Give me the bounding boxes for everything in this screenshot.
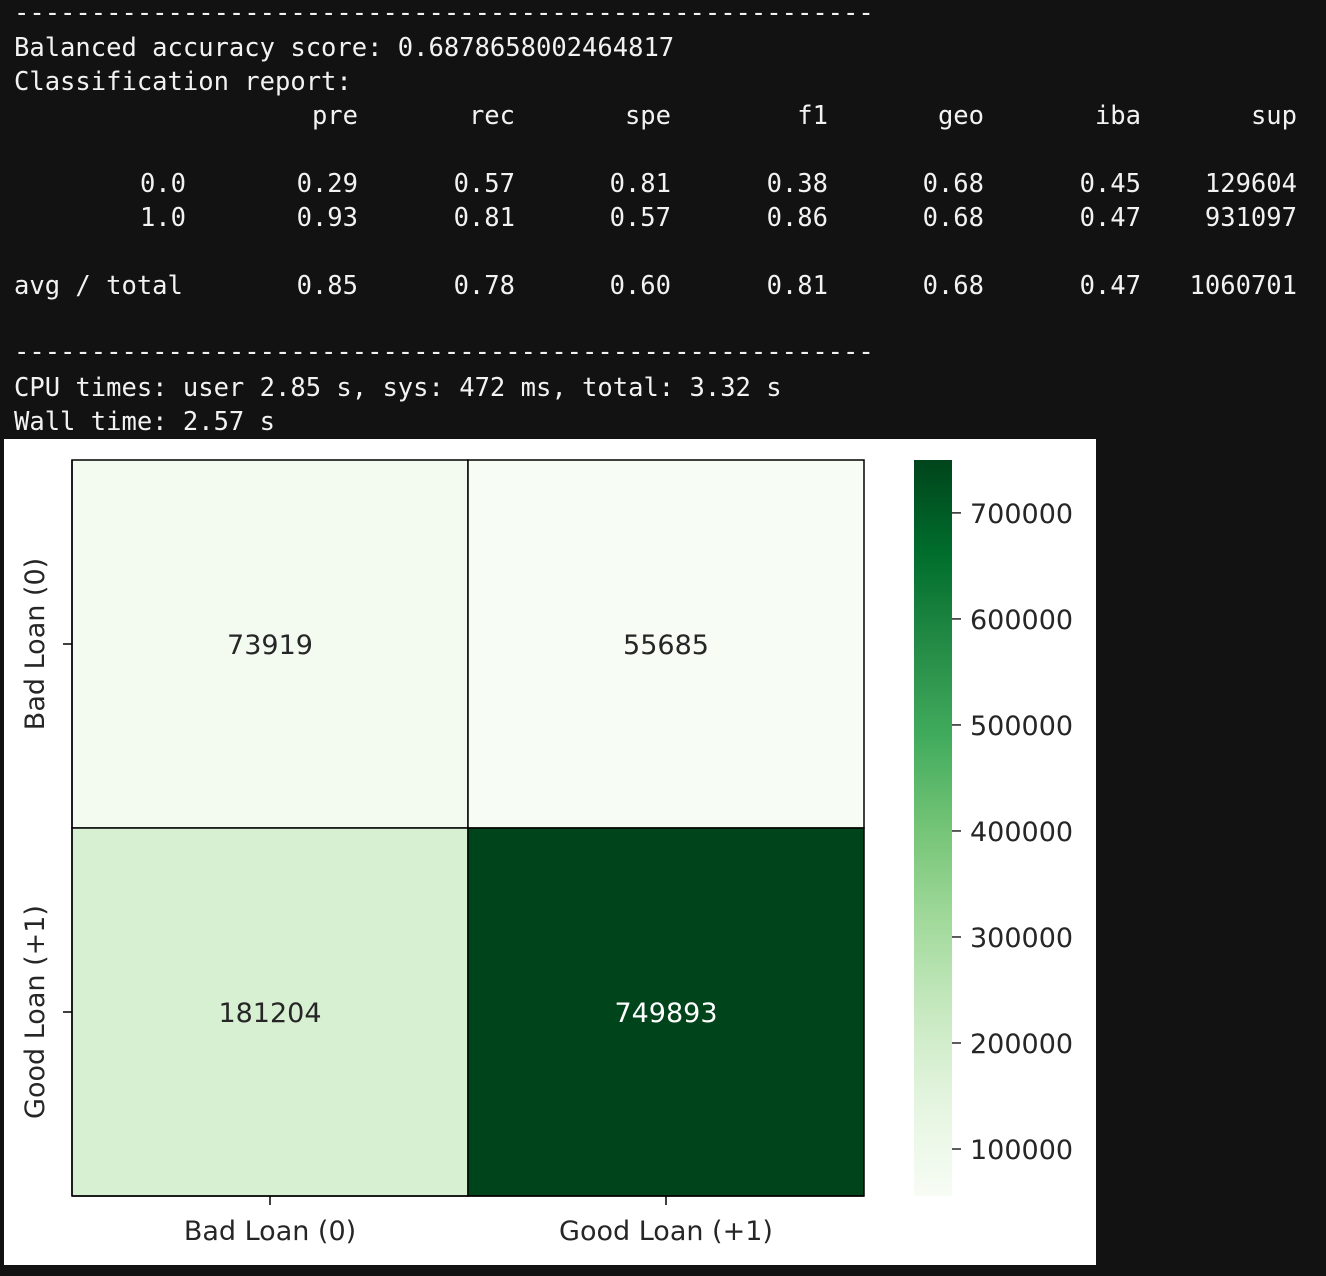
report-cell: 129604 bbox=[1204, 169, 1297, 199]
colorbar-tick-label: 100000 bbox=[970, 1135, 1073, 1166]
report-row-label: 1.0 bbox=[139, 203, 186, 233]
report-header-spe: spe bbox=[624, 101, 671, 131]
report-cell: 0.68 bbox=[922, 203, 984, 233]
report-header-geo: geo bbox=[937, 101, 984, 131]
heatmap-cell-label: 749893 bbox=[614, 998, 717, 1029]
report-header-f1: f1 bbox=[797, 101, 828, 131]
heatmap-cell-label: 181204 bbox=[218, 998, 321, 1029]
notebook-output: ----------------------------------------… bbox=[0, 0, 1326, 1276]
report-cell: 0.81 bbox=[766, 271, 828, 301]
report-cell: 0.85 bbox=[296, 271, 358, 301]
report-header-sup: sup bbox=[1250, 101, 1297, 131]
report-cell: 931097 bbox=[1204, 203, 1297, 233]
report-cell: 0.45 bbox=[1079, 169, 1141, 199]
heatmap-cell-label: 73919 bbox=[227, 630, 313, 661]
x-tick-label: Good Loan (+1) bbox=[559, 1216, 773, 1247]
report-total-row: avg / total 0.85 0.78 0.60 0.81 0.68 0.4… bbox=[0, 269, 1326, 303]
wall-time-text: Wall time: 2.57 s bbox=[14, 407, 275, 437]
report-cell: 0.78 bbox=[453, 271, 515, 301]
report-row-label: 0.0 bbox=[139, 169, 186, 199]
report-cell: 0.86 bbox=[766, 203, 828, 233]
report-cell: 0.81 bbox=[453, 203, 515, 233]
report-row: 1.0 0.93 0.81 0.57 0.86 0.68 0.47 931097 bbox=[0, 201, 1326, 235]
report-cell: 0.68 bbox=[922, 169, 984, 199]
cpu-times-text: CPU times: user 2.85 s, sys: 472 ms, tot… bbox=[14, 373, 782, 403]
report-cell: 0.29 bbox=[296, 169, 358, 199]
colorbar-tick-label: 700000 bbox=[970, 499, 1073, 530]
balanced-accuracy-text: Balanced accuracy score: 0.6878658002464… bbox=[14, 33, 675, 63]
x-tick-label: Bad Loan (0) bbox=[184, 1216, 356, 1247]
y-tick-label: Bad Loan (0) bbox=[20, 558, 51, 730]
colorbar-tick-label: 500000 bbox=[970, 711, 1073, 742]
report-cell: 0.38 bbox=[766, 169, 828, 199]
report-total-label: avg / total bbox=[14, 271, 183, 301]
classification-report-title: Classification report: bbox=[14, 67, 352, 97]
colorbar bbox=[914, 460, 952, 1196]
confusion-matrix-figure: 73919 55685 181204 749893 Bad Loan (0) Good … bbox=[4, 439, 1096, 1265]
colorbar-tick-label: 200000 bbox=[970, 1029, 1073, 1060]
report-header-row: pre rec spe f1 geo iba sup bbox=[0, 99, 1326, 133]
report-cell: 0.68 bbox=[922, 271, 984, 301]
report-cell: 0.47 bbox=[1079, 203, 1141, 233]
separator-top: ----------------------------------------… bbox=[14, 0, 876, 28]
y-tick-label: Good Loan (+1) bbox=[20, 905, 51, 1119]
report-cell: 0.47 bbox=[1079, 271, 1141, 301]
report-header-iba: iba bbox=[1094, 101, 1141, 131]
heatmap-cell-label: 55685 bbox=[623, 630, 709, 661]
report-cell: 0.60 bbox=[609, 271, 671, 301]
report-cell: 1060701 bbox=[1189, 271, 1297, 301]
colorbar-tick-label: 400000 bbox=[970, 817, 1073, 848]
report-cell: 0.93 bbox=[296, 203, 358, 233]
report-cell: 0.57 bbox=[609, 203, 671, 233]
report-cell: 0.81 bbox=[609, 169, 671, 199]
report-header-rec: rec bbox=[468, 101, 515, 131]
report-cell: 0.57 bbox=[453, 169, 515, 199]
colorbar-tick-label: 600000 bbox=[970, 605, 1073, 636]
report-header-pre: pre bbox=[311, 101, 358, 131]
colorbar-tick-label: 300000 bbox=[970, 923, 1073, 954]
confusion-matrix-heatmap: 73919 55685 181204 749893 Bad Loan (0) Good … bbox=[20, 459, 1073, 1247]
report-row: 0.0 0.29 0.57 0.81 0.38 0.68 0.45 129604 bbox=[0, 167, 1326, 201]
separator-bottom: ----------------------------------------… bbox=[14, 337, 876, 367]
